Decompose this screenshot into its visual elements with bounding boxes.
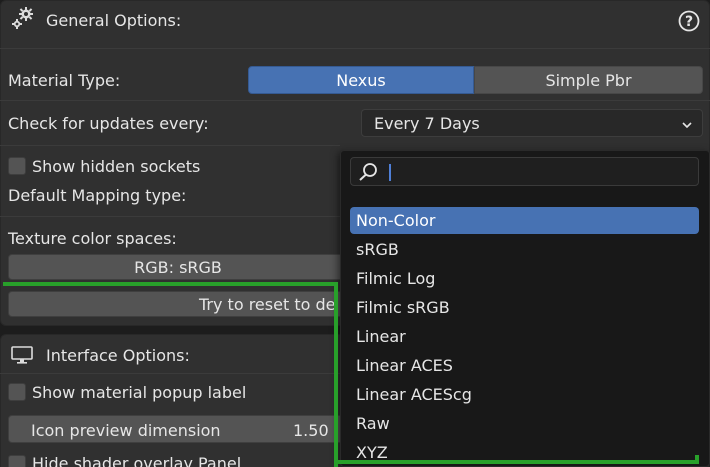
annotation-line-right: [695, 455, 699, 464]
material-type-label: Material Type:: [8, 71, 121, 90]
gear-icon: [10, 6, 36, 36]
divider: [0, 48, 710, 49]
text-cursor: [389, 164, 391, 181]
chevron-down-icon: [680, 117, 694, 136]
menu-item-non-color[interactable]: Non-Color: [350, 207, 699, 234]
menu-item-filmic-srgb[interactable]: Filmic sRGB: [350, 294, 699, 321]
reset-color-spaces-label: Try to reset to de: [199, 294, 336, 314]
search-icon: [357, 162, 379, 186]
show-material-popup-checkbox[interactable]: [8, 383, 26, 401]
show-hidden-sockets-checkbox[interactable]: [8, 157, 26, 175]
divider: [0, 100, 710, 101]
help-icon[interactable]: ?: [678, 10, 700, 36]
icon-preview-dimension-value: 1.50: [293, 421, 329, 440]
reset-color-spaces-button[interactable]: Try to reset to de: [8, 291, 348, 317]
menu-item-raw[interactable]: Raw: [350, 410, 699, 437]
divider: [0, 373, 340, 374]
icon-preview-dimension-slider[interactable]: Icon preview dimension 1.50: [8, 415, 348, 443]
hide-overlay-checkbox[interactable]: [8, 455, 26, 467]
menu-item-filmic-log[interactable]: Filmic Log: [350, 265, 699, 292]
annotation-line-top: [3, 282, 338, 286]
texture-color-spaces-label: Texture color spaces:: [8, 229, 177, 248]
monitor-icon: [10, 345, 34, 369]
material-type-nexus-button[interactable]: Nexus: [248, 66, 474, 94]
material-type-simple-pbr-button[interactable]: Simple Pbr: [474, 66, 703, 94]
icon-preview-dimension-label: Icon preview dimension: [31, 421, 221, 440]
update-frequency-dropdown[interactable]: Every 7 Days: [361, 109, 703, 137]
menu-item-linear[interactable]: Linear: [350, 323, 699, 350]
hide-overlay-label: Hide shader overlay Panel: [32, 454, 242, 467]
rgb-color-space-button[interactable]: RGB: sRGB: [8, 254, 348, 280]
default-mapping-label: Default Mapping type:: [8, 186, 187, 205]
divider: [0, 216, 340, 217]
divider: [0, 145, 340, 146]
annotation-line-bottom: [334, 460, 699, 464]
menu-item-linear-aces[interactable]: Linear ACES: [350, 352, 699, 379]
color-space-menu: Non-Color sRGB Filmic Log Filmic sRGB Li…: [340, 150, 710, 467]
show-material-popup-label: Show material popup label: [32, 383, 247, 402]
menu-item-srgb[interactable]: sRGB: [350, 236, 699, 263]
update-frequency-label: Check for updates every:: [8, 114, 209, 133]
show-hidden-sockets-label: Show hidden sockets: [32, 157, 201, 176]
interface-options-title: Interface Options:: [46, 346, 190, 365]
annotation-line-left: [334, 282, 338, 467]
svg-text:?: ?: [685, 14, 693, 30]
menu-item-linear-acescg[interactable]: Linear ACEScg: [350, 381, 699, 408]
update-frequency-value: Every 7 Days: [374, 113, 480, 133]
color-space-search-input[interactable]: [350, 157, 699, 186]
general-options-title: General Options:: [46, 11, 182, 30]
